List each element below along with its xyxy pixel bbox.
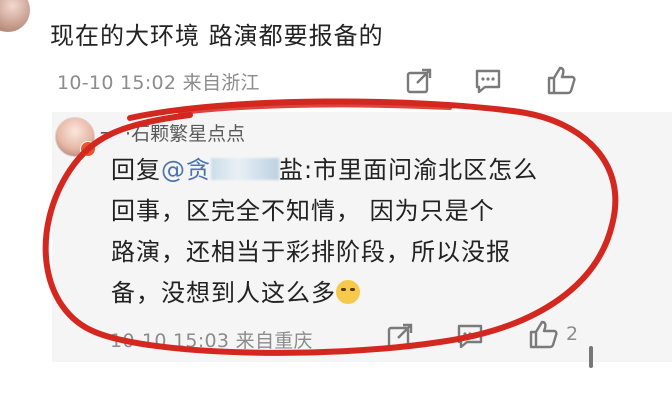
share-icon[interactable]	[405, 67, 433, 95]
reply-line-3: 路演，还相当于彩排阶段，所以没报	[111, 238, 511, 266]
laughing-crying-emoji	[336, 280, 360, 304]
mention-link[interactable]: @贪	[161, 156, 211, 184]
reply-line-1: 回复@贪 盐:市里面问渝北区怎么	[111, 150, 581, 191]
comment-icon[interactable]	[474, 67, 502, 95]
reply-line-4-text: 备，没想到人这么多	[111, 279, 336, 307]
reply-author[interactable]: 一 ·石颗繁星点点	[100, 119, 245, 146]
like-icon[interactable]	[545, 64, 577, 96]
reply-like-icon[interactable]	[527, 318, 559, 350]
reply-line-4: 备，没想到人这么多	[111, 273, 581, 314]
blurred-username	[211, 158, 279, 180]
scroll-indicator[interactable]	[589, 346, 593, 368]
poster-avatar[interactable]	[0, 0, 30, 32]
reply-share-icon[interactable]	[386, 322, 414, 350]
verified-badge-icon	[80, 141, 96, 157]
reply-comment-icon[interactable]	[456, 322, 484, 350]
reply-text: 回复@贪 盐:市里面问渝北区怎么 回事，区完全不知情， 因为只是个 路演，还相当于…	[111, 150, 581, 314]
reply-line-1-text: 盐:市里面问渝北区怎么	[279, 156, 539, 184]
reply-like-count: 2	[566, 323, 579, 345]
reply-meta: 10-10 15:03 来自重庆	[110, 330, 313, 352]
post-meta: 10-10 15:02 来自浙江	[57, 72, 260, 94]
reply-prefix: 回复	[111, 156, 161, 184]
reply-line-2: 回事，区完全不知情， 因为只是个	[111, 197, 495, 225]
post-text: 现在的大环境 路演都要报备的	[50, 22, 384, 50]
